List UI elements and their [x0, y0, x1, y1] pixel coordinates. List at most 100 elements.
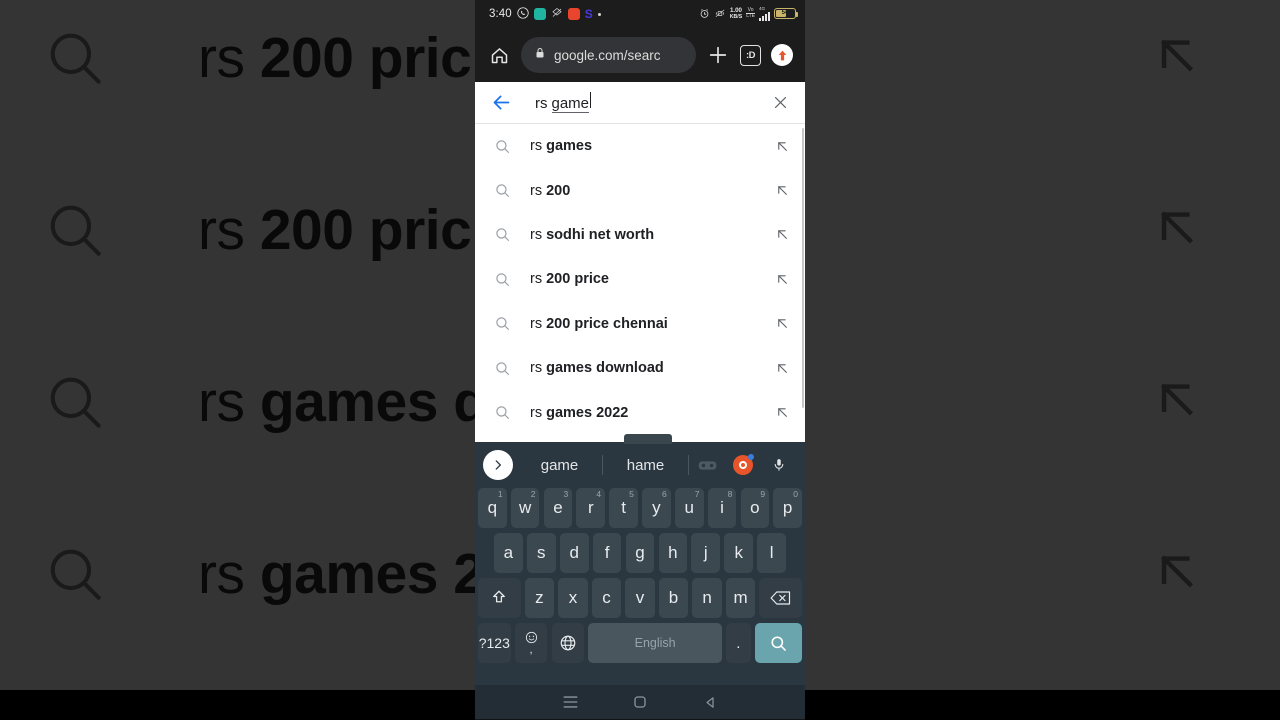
- network-speed-indicator: 1.00 KB/S: [730, 7, 742, 21]
- arrow-up-left-icon[interactable]: [772, 183, 792, 198]
- battery-indicator: 54: [774, 8, 798, 20]
- arrow-up-left-icon[interactable]: [772, 316, 792, 331]
- scrollbar[interactable]: [801, 128, 804, 408]
- search-suggestion-sheet: rs game rs games rs 200 rs sodhi net wor…: [475, 82, 805, 442]
- microphone-icon[interactable]: [761, 456, 797, 474]
- chevron-right-icon[interactable]: [483, 450, 513, 480]
- background-row-text: rs games d: [198, 370, 488, 434]
- back-arrow-icon[interactable]: [489, 91, 513, 115]
- keyboard-suggestion-word[interactable]: game: [517, 457, 602, 474]
- list-item[interactable]: rs 200 price chennai: [475, 302, 805, 346]
- key-c[interactable]: c: [591, 578, 622, 618]
- recents-menu-icon[interactable]: [560, 692, 580, 712]
- key-a[interactable]: a: [494, 533, 523, 573]
- arrow-up-left-icon: [1146, 541, 1208, 608]
- lock-icon: [534, 46, 546, 65]
- crossed-eye-icon: [551, 7, 563, 22]
- search-query-composing: game: [551, 95, 590, 113]
- home-square-icon[interactable]: [630, 692, 650, 712]
- whatsapp-icon: [517, 6, 529, 22]
- key-o[interactable]: o9: [740, 488, 770, 528]
- arrow-up-left-icon: [1146, 197, 1208, 264]
- key-i[interactable]: i8: [707, 488, 737, 528]
- search-icon: [491, 182, 513, 199]
- key-m[interactable]: m: [725, 578, 756, 618]
- search-icon: [491, 271, 513, 288]
- arrow-up-left-icon: [1146, 369, 1208, 436]
- tab-counter-button[interactable]: :D: [740, 44, 761, 66]
- vibrate-off-icon: [714, 8, 726, 19]
- background-row-text: rs 200 pric: [198, 198, 472, 262]
- key-t[interactable]: t5: [609, 488, 638, 528]
- key-y[interactable]: y6: [642, 488, 671, 528]
- target-icon[interactable]: [725, 454, 761, 475]
- url-bar[interactable]: google.com/searc: [521, 37, 696, 73]
- alarm-icon: [699, 8, 710, 19]
- key-z[interactable]: z: [524, 578, 555, 618]
- suggestion-text: rs 200 price: [530, 271, 609, 288]
- keyboard-row-1: q1 w2 e3 r4 t5 y6 u7 i8 o9 p0: [475, 488, 805, 528]
- url-text: google.com/searc: [554, 47, 661, 63]
- keyboard-row-4: ?123 , English .: [475, 623, 805, 663]
- key-h[interactable]: h: [658, 533, 688, 573]
- keyboard-row-3: z x c v b n m: [475, 578, 805, 618]
- key-d[interactable]: d: [559, 533, 589, 573]
- key-e[interactable]: e3: [543, 488, 573, 528]
- search-icon: [0, 541, 150, 607]
- key-g[interactable]: g: [625, 533, 655, 573]
- suggestion-text: rs 200: [530, 182, 571, 199]
- key-v[interactable]: v: [625, 578, 655, 618]
- shift-icon[interactable]: [478, 578, 521, 618]
- arrow-up-left-icon[interactable]: [772, 272, 792, 287]
- emoji-comma-icon[interactable]: ,: [514, 623, 548, 663]
- list-item[interactable]: rs games: [475, 124, 805, 168]
- arrow-up-left-icon[interactable]: [772, 227, 792, 242]
- language-globe-icon[interactable]: [551, 623, 585, 663]
- search-icon: [491, 315, 513, 332]
- key-k[interactable]: k: [724, 533, 754, 573]
- arrow-up-left-icon[interactable]: [772, 361, 792, 376]
- status-bar: 3:40 S 1.00 KB/S Vo LTE 4G 54: [475, 0, 805, 28]
- keyboard-suggestion-word[interactable]: hame: [603, 457, 688, 474]
- keyboard-peek-handle: [624, 434, 672, 444]
- key-q[interactable]: q1: [478, 488, 507, 528]
- key-p[interactable]: p0: [773, 488, 802, 528]
- symbols-key[interactable]: ?123: [478, 623, 511, 663]
- space-key[interactable]: English: [588, 623, 722, 663]
- arrow-up-left-icon[interactable]: [772, 405, 792, 420]
- key-s[interactable]: s: [526, 533, 556, 573]
- search-icon: [491, 138, 513, 155]
- plus-icon[interactable]: [706, 43, 730, 67]
- search-enter-icon[interactable]: [754, 623, 803, 663]
- on-screen-keyboard: game hame q1 w2 e3 r4 t5 y 6 u 7 i 8 o 9…: [475, 434, 805, 719]
- period-key[interactable]: .: [726, 623, 751, 663]
- suggestion-list: rs games rs 200 rs sodhi net worth rs 20…: [475, 124, 805, 435]
- profile-avatar-icon[interactable]: [771, 44, 793, 66]
- close-icon[interactable]: [769, 92, 791, 114]
- backspace-icon[interactable]: [759, 578, 802, 618]
- key-w[interactable]: w2: [510, 488, 540, 528]
- key-r[interactable]: r4: [576, 488, 606, 528]
- list-item[interactable]: rs games 2022: [475, 390, 805, 434]
- gamepad-icon[interactable]: [689, 459, 725, 472]
- arrow-up-left-icon: [1146, 25, 1208, 92]
- key-j[interactable]: j: [691, 533, 721, 573]
- arrow-up-left-icon[interactable]: [772, 139, 792, 154]
- home-icon[interactable]: [487, 43, 511, 67]
- back-triangle-icon[interactable]: [700, 692, 720, 712]
- key-l[interactable]: l: [757, 533, 786, 573]
- list-item[interactable]: rs games download: [475, 346, 805, 390]
- key-n[interactable]: n: [692, 578, 722, 618]
- key-x[interactable]: x: [558, 578, 588, 618]
- key-u[interactable]: u7: [674, 488, 704, 528]
- list-item[interactable]: rs sodhi net worth: [475, 213, 805, 257]
- keyboard-suggestion-strip: game hame: [475, 442, 805, 488]
- list-item[interactable]: rs 200: [475, 168, 805, 212]
- signal-bars-icon: 4G: [759, 6, 770, 22]
- list-item[interactable]: rs 200 price: [475, 257, 805, 301]
- volte-icon: Vo LTE: [746, 7, 755, 20]
- key-f[interactable]: f: [592, 533, 622, 573]
- key-b[interactable]: b: [658, 578, 689, 618]
- browser-toolbar: google.com/searc :D: [475, 28, 805, 82]
- search-input[interactable]: rs game: [535, 92, 769, 113]
